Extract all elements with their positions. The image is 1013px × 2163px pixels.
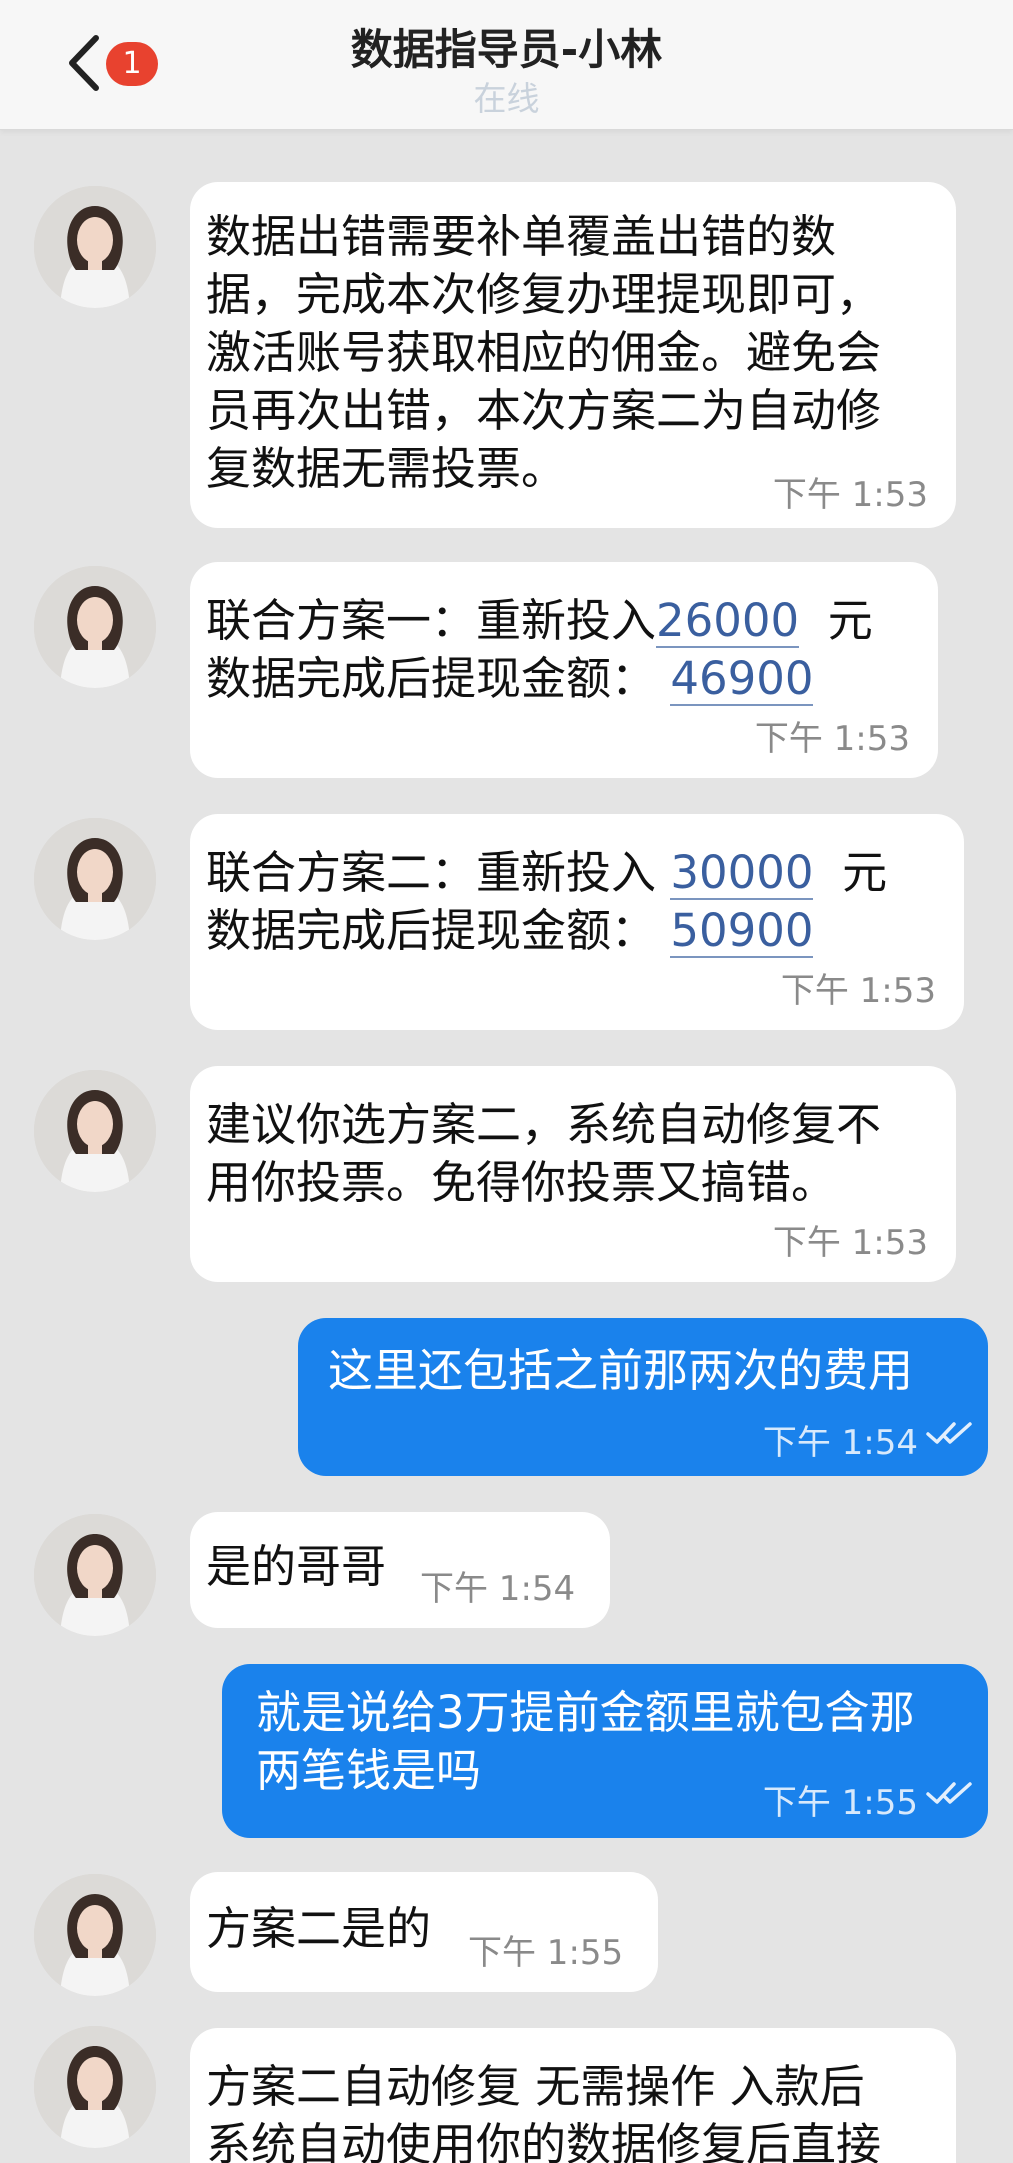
message-time: 下午 1:53 — [780, 971, 936, 1011]
withdraw-amount-link[interactable]: 50900 — [670, 906, 814, 958]
plan-label: 联合方案一：重新投入 — [206, 594, 657, 647]
incoming-message-bubble[interactable]: 建议你选方案二，系统自动修复不 用你投票。免得你投票又搞错。 下午 1:53 — [190, 1066, 956, 1282]
incoming-message-bubble[interactable]: 方案二是的 下午 1:55 — [190, 1872, 658, 1992]
message-time: 下午 1:55 — [468, 1933, 624, 1973]
withdraw-label: 数据完成后提现金额： — [206, 652, 657, 705]
avatar-portrait-icon — [34, 1514, 156, 1636]
avatar-portrait-icon — [34, 566, 156, 688]
invest-amount-link[interactable]: 30000 — [670, 848, 814, 900]
message-line: 员再次出错，本次方案二为自动修 — [206, 384, 882, 437]
message-time: 下午 1:53 — [772, 1223, 928, 1263]
message-line: 这里还包括之前那两次的费用 — [328, 1344, 914, 1397]
message-text: 联合方案一：重新投入26000 元 数据完成后提现金额： 46900 — [206, 592, 873, 708]
contact-avatar[interactable] — [34, 566, 156, 688]
outgoing-message-bubble[interactable]: 这里还包括之前那两次的费用 下午 1:54 — [298, 1318, 988, 1476]
message-text: 是的哥哥 — [206, 1538, 386, 1596]
message-line: 系统自动使用你的数据修复后直接 — [206, 2118, 882, 2163]
incoming-message-bubble[interactable]: 联合方案二：重新投入 30000 元 数据完成后提现金额： 50900 下午 1… — [190, 814, 964, 1030]
contact-avatar[interactable] — [34, 818, 156, 940]
message-text: 联合方案二：重新投入 30000 元 数据完成后提现金额： 50900 — [206, 844, 887, 960]
unit-label: 元 — [842, 846, 888, 899]
avatar-portrait-icon — [34, 1070, 156, 1192]
message-line: 数据出错需要补单覆盖出错的数 — [206, 210, 837, 263]
message-line: 方案二自动修复 无需操作 入款后 — [206, 2060, 865, 2113]
incoming-message-bubble[interactable]: 方案二自动修复 无需操作 入款后 系统自动使用你的数据修复后直接 — [190, 2028, 956, 2163]
double-check-icon — [926, 1782, 972, 1804]
double-check-icon — [926, 1422, 972, 1444]
contact-avatar[interactable] — [34, 1070, 156, 1192]
message-time: 下午 1:53 — [754, 719, 910, 759]
message-text: 数据出错需要补单覆盖出错的数 据，完成本次修复办理提现即可， 激活账号获取相应的… — [206, 208, 881, 498]
contact-avatar[interactable] — [34, 1514, 156, 1636]
message-line: 数据完成后提现金额： 50900 — [206, 902, 887, 960]
avatar-portrait-icon — [34, 2026, 156, 2148]
message-time: 下午 1:54 — [762, 1423, 918, 1463]
contact-avatar[interactable] — [34, 1874, 156, 1996]
contact-avatar[interactable] — [34, 2026, 156, 2148]
avatar-portrait-icon — [34, 1874, 156, 1996]
message-time: 下午 1:54 — [420, 1569, 576, 1609]
outgoing-message-bubble[interactable]: 就是说给3万提前金额里就包含那 两笔钱是吗 下午 1:55 — [222, 1664, 988, 1838]
withdraw-label: 数据完成后提现金额： — [206, 904, 657, 957]
chat-header: 1 数据指导员-小林 在线 — [0, 0, 1013, 130]
message-line: 建议你选方案二，系统自动修复不 — [206, 1098, 882, 1151]
avatar-portrait-icon — [34, 818, 156, 940]
message-time: 下午 1:53 — [772, 475, 928, 515]
message-line: 数据完成后提现金额： 46900 — [206, 650, 873, 708]
message-line: 就是说给3万提前金额里就包含那 — [256, 1686, 915, 1739]
avatar-portrait-icon — [34, 186, 156, 308]
message-line: 联合方案二：重新投入 30000 元 — [206, 844, 887, 902]
message-line: 是的哥哥 — [206, 1540, 387, 1593]
incoming-message-bubble[interactable]: 是的哥哥 下午 1:54 — [190, 1512, 610, 1628]
incoming-message-bubble[interactable]: 联合方案一：重新投入26000 元 数据完成后提现金额： 46900 下午 1:… — [190, 562, 938, 778]
page-title: 数据指导员-小林 — [350, 25, 663, 74]
online-status: 在线 — [473, 79, 540, 118]
plan-label: 联合方案二：重新投入 — [206, 846, 657, 899]
invest-amount-link[interactable]: 26000 — [656, 596, 800, 648]
message-list[interactable]: 数据出错需要补单覆盖出错的数 据，完成本次修复办理提现即可， 激活账号获取相应的… — [0, 130, 1013, 2163]
incoming-message-bubble[interactable]: 数据出错需要补单覆盖出错的数 据，完成本次修复办理提现即可， 激活账号获取相应的… — [190, 182, 956, 528]
message-time: 下午 1:55 — [762, 1783, 918, 1823]
message-line: 联合方案一：重新投入26000 元 — [206, 592, 873, 650]
message-line: 用你投票。免得你投票又搞错。 — [206, 1156, 837, 1209]
withdraw-amount-link[interactable]: 46900 — [670, 654, 814, 706]
message-line: 激活账号获取相应的佣金。避免会 — [206, 326, 882, 379]
unit-label: 元 — [827, 594, 873, 647]
message-text: 方案二自动修复 无需操作 入款后 系统自动使用你的数据修复后直接 — [206, 2058, 881, 2163]
message-text: 方案二是的 — [206, 1900, 431, 1958]
message-line: 据，完成本次修复办理提现即可， — [206, 268, 882, 321]
message-line: 方案二是的 — [206, 1902, 432, 1955]
contact-avatar[interactable] — [34, 186, 156, 308]
message-text: 这里还包括之前那两次的费用 — [328, 1342, 913, 1400]
message-text: 建议你选方案二，系统自动修复不 用你投票。免得你投票又搞错。 — [206, 1096, 881, 1212]
